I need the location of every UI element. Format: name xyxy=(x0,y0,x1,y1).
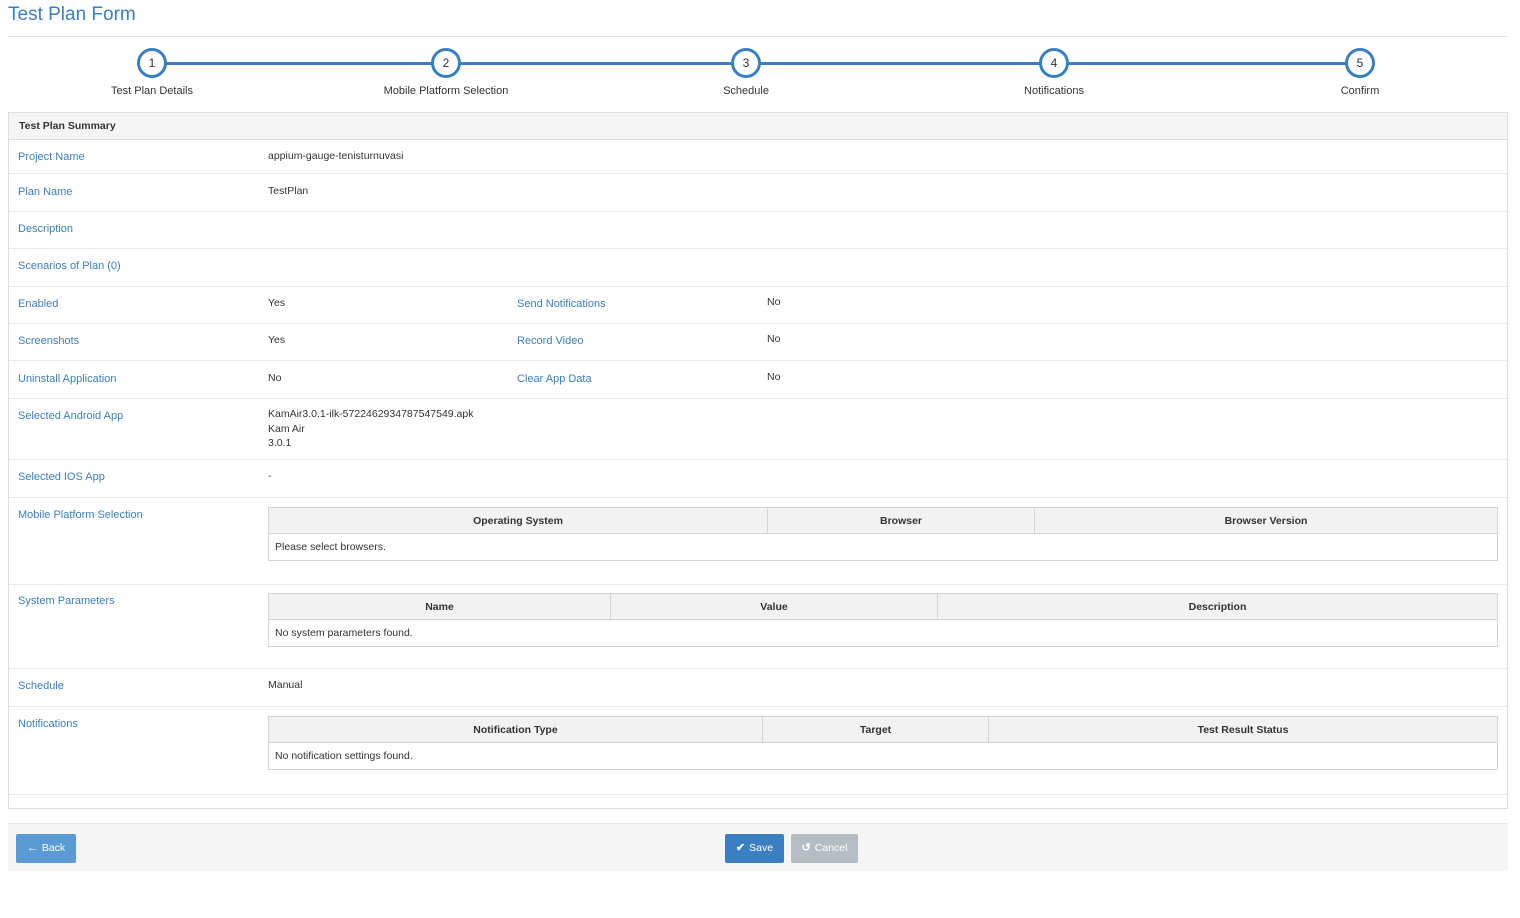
send-notifications-label: Send Notifications xyxy=(517,298,606,310)
step-number: 5 xyxy=(1345,48,1375,78)
column-header: Value xyxy=(611,594,938,619)
wizard-step-notifications[interactable]: 4 Notifications xyxy=(954,48,1154,97)
selected-android-app-value: KamAir3.0.1-ilk-5722462934787547549.apk … xyxy=(268,407,473,451)
step-label: Notifications xyxy=(1024,85,1084,97)
table-empty-row: Please select browsers. xyxy=(269,534,1497,560)
schedule-label: Schedule xyxy=(18,680,64,692)
step-number: 2 xyxy=(431,48,461,78)
row-selected-android-app: Selected Android App KamAir3.0.1-ilk-572… xyxy=(9,399,1507,460)
enabled-label: Enabled xyxy=(18,298,59,310)
column-header: Name xyxy=(269,594,611,619)
form-footer: ← Back ✔ Save ↺ Cancel xyxy=(8,823,1508,871)
selected-ios-app-value: - xyxy=(268,470,272,482)
table-header-row: Name Value Description xyxy=(269,594,1497,620)
back-button-label: Back xyxy=(41,842,66,854)
table-empty-row: No system parameters found. xyxy=(269,620,1497,646)
step-label: Confirm xyxy=(1340,85,1380,97)
uninstall-application-label: Uninstall Application xyxy=(18,373,117,385)
cancel-button[interactable]: ↺ Cancel xyxy=(791,834,858,863)
project-name-value: appium-gauge-tenisturnuvasi xyxy=(268,150,404,162)
android-app-version: 3.0.1 xyxy=(268,437,292,449)
wizard-step-mobile-platform-selection[interactable]: 2 Mobile Platform Selection xyxy=(346,48,546,97)
enabled-value: Yes xyxy=(268,297,286,309)
column-header: Operating System xyxy=(269,508,768,533)
wizard-step-confirm[interactable]: 5 Confirm xyxy=(1260,48,1460,97)
wizard-step-test-plan-details[interactable]: 1 Test Plan Details xyxy=(52,48,252,97)
row-selected-ios-app: Selected IOS App - xyxy=(9,460,1507,498)
table-empty-row: No notification settings found. xyxy=(269,743,1497,769)
step-label: Mobile Platform Selection xyxy=(383,85,509,97)
table-header-row: Notification Type Target Test Result Sta… xyxy=(269,717,1497,743)
row-system-parameters: System Parameters Name Value Description… xyxy=(9,585,1507,669)
page-title: Test Plan Form xyxy=(8,4,136,25)
scenarios-label: Scenarios of Plan (0) xyxy=(18,260,121,272)
system-parameters-label: System Parameters xyxy=(18,595,115,607)
save-button-label: Save xyxy=(749,842,774,854)
clear-app-data-label: Clear App Data xyxy=(517,373,592,385)
android-app-name: Kam Air xyxy=(268,422,305,435)
description-label: Description xyxy=(18,223,74,235)
row-notifications: Notifications Notification Type Target T… xyxy=(9,707,1507,795)
save-button[interactable]: ✔ Save xyxy=(725,834,784,863)
step-number: 3 xyxy=(731,48,761,78)
panel-heading: Test Plan Summary xyxy=(9,113,1507,140)
row-uninstall-application: Uninstall Application No Clear App Data … xyxy=(9,361,1507,399)
clear-app-data-value: No xyxy=(767,371,781,383)
selected-ios-app-label: Selected IOS App xyxy=(18,471,105,483)
notifications-table: Notification Type Target Test Result Sta… xyxy=(268,716,1498,770)
row-plan-name: Plan Name TestPlan xyxy=(9,174,1507,212)
column-header: Browser xyxy=(768,508,1035,533)
wizard-stepper: 1 Test Plan Details 2 Mobile Platform Se… xyxy=(0,48,1520,98)
uninstall-application-value: No xyxy=(268,372,282,384)
row-description: Description xyxy=(9,212,1507,249)
notifications-label: Notifications xyxy=(18,718,78,730)
column-header: Browser Version xyxy=(1224,515,1308,527)
column-header: Description xyxy=(1188,601,1247,613)
plan-name-label: Plan Name xyxy=(18,186,73,198)
test-plan-summary-panel: Test Plan Summary Project Name appium-ga… xyxy=(8,112,1508,809)
row-schedule: Schedule Manual xyxy=(9,669,1507,707)
title-divider xyxy=(8,36,1508,37)
step-number: 1 xyxy=(137,48,167,78)
android-app-file: KamAir3.0.1-ilk-5722462934787547549.apk xyxy=(268,408,474,420)
mobile-platform-selection-label: Mobile Platform Selection xyxy=(18,509,143,521)
step-label: Schedule xyxy=(723,85,769,97)
selected-android-app-label: Selected Android App xyxy=(18,410,124,422)
cancel-button-label: Cancel xyxy=(814,842,848,854)
column-header: Notification Type xyxy=(269,717,763,742)
column-header: Test Result Status xyxy=(1197,724,1289,736)
screenshots-label: Screenshots xyxy=(18,335,80,347)
plan-name-value: TestPlan xyxy=(268,185,309,197)
wizard-step-schedule[interactable]: 3 Schedule xyxy=(646,48,846,97)
arrow-left-icon: ← xyxy=(26,842,38,854)
schedule-value: Manual xyxy=(268,679,303,691)
step-number: 4 xyxy=(1039,48,1069,78)
send-notifications-value: No xyxy=(767,296,781,308)
column-header: Target xyxy=(763,717,989,742)
step-label: Test Plan Details xyxy=(111,85,193,97)
row-scenarios: Scenarios of Plan (0) xyxy=(9,249,1507,287)
mobile-platform-table: Operating System Browser Browser Version… xyxy=(268,507,1498,561)
undo-icon: ↺ xyxy=(801,842,811,854)
record-video-value: No xyxy=(767,333,781,345)
project-name-label: Project Name xyxy=(18,151,85,163)
screenshots-value: Yes xyxy=(268,334,286,346)
record-video-label: Record Video xyxy=(517,335,584,347)
system-parameters-table: Name Value Description No system paramet… xyxy=(268,593,1498,647)
row-enabled: Enabled Yes Send Notifications No xyxy=(9,287,1507,324)
row-screenshots: Screenshots Yes Record Video No xyxy=(9,324,1507,361)
table-header-row: Operating System Browser Browser Version xyxy=(269,508,1497,534)
check-icon: ✔ xyxy=(735,842,746,854)
back-button[interactable]: ← Back xyxy=(16,834,76,863)
row-mobile-platform-selection: Mobile Platform Selection Operating Syst… xyxy=(9,498,1507,585)
row-project-name: Project Name appium-gauge-tenisturnuvasi xyxy=(9,141,1507,174)
